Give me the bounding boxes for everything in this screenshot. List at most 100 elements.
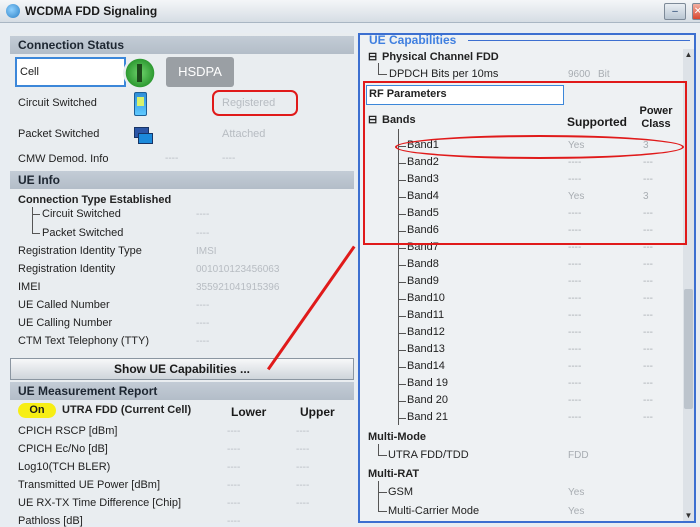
measurement-lower-value: ---- [227,444,241,455]
bands-tree-branch [398,316,406,317]
title-bar: WCDMA FDD Signaling – ✕ [0,0,700,23]
close-icon[interactable]: ✕ [692,3,700,20]
hsdpa-button[interactable]: HSDPA [166,57,234,87]
connection-status-header: Connection Status [10,36,354,54]
band-name[interactable]: Band14 [407,360,445,372]
bands-tree-branch [398,350,406,351]
physical-channel-expander-icon[interactable]: ⊟ [368,50,377,63]
cell-field[interactable]: Cell [15,57,126,87]
bands-tree-branch [398,299,406,300]
band-supported-value: ---- [568,293,582,304]
ue-info-row-label: CTM Text Telephony (TTY) [18,335,150,347]
tree-line [378,455,387,456]
band-name[interactable]: Band10 [407,292,445,304]
band-name[interactable]: Band 19 [407,377,448,389]
band-supported-value: ---- [568,344,582,355]
measurement-row-label: Pathloss [dB] [18,515,83,527]
measurement-upper-value: ---- [296,480,310,491]
dpdch-value: 9600 [568,69,591,80]
tree-line [378,444,379,455]
ue-info-row-label: UE Calling Number [18,317,113,329]
measurement-lower-value: ---- [227,516,241,527]
tree-line [378,511,387,512]
multi-rat-node[interactable]: Multi-RAT [368,468,419,480]
bands-tree-branch [398,367,406,368]
ue-info-row-value: IMSI [196,246,217,257]
ue-info-row-value: 355921041915396 [196,282,280,293]
band-power-class-value: --- [643,293,653,304]
ue-info-row-value: ---- [196,318,210,329]
band-supported-value: ---- [568,310,582,321]
band-name[interactable]: Band 20 [407,394,448,406]
ue-info-row-value: ---- [196,300,210,311]
cmw-demod-value-2: ---- [222,153,236,164]
cell-label: Cell [20,66,39,78]
scroll-down-arrow-icon[interactable]: ▼ [684,511,693,520]
phone-icon [134,92,147,116]
left-panel: Connection Status Cell HSDPA Circuit Swi… [10,33,354,527]
band-supported-value: ---- [568,378,582,389]
band-name[interactable]: Band8 [407,258,439,270]
multi-mode-node[interactable]: Multi-Mode [368,431,426,443]
cell-antenna-icon[interactable] [123,57,157,89]
bands-tree-branch [398,248,406,249]
band-supported-value: ---- [568,412,582,423]
measurement-header: UE Measurement Report [10,382,354,400]
ue-info-header: UE Info [10,171,354,189]
band-power-class-value: --- [643,344,653,355]
band-name[interactable]: Band12 [407,326,445,338]
ue-info-title: UE Info [18,173,60,187]
scrollbar-thumb[interactable] [684,289,693,409]
measurement-upper-value: ---- [296,498,310,509]
gsm-label: GSM [388,486,414,498]
band-name[interactable]: Band13 [407,343,445,355]
connection-type-label: Connection Type Established [18,194,172,206]
band-name[interactable]: Band9 [407,275,439,287]
lower-column-header: Lower [231,405,267,419]
ue-info-row-value: ---- [196,336,210,347]
band-name[interactable]: Band11 [407,309,444,321]
ue-info-row-label: Registration Identity Type [18,245,142,257]
measurement-upper-value: ---- [296,444,310,455]
band-power-class-value: --- [643,412,653,423]
packet-switched-status: Attached [222,128,266,140]
on-toggle[interactable]: On [18,403,56,418]
measurement-lower-value: ---- [227,498,241,509]
circuit-switched-label: Circuit Switched [18,97,97,109]
tree-line [378,481,379,511]
ue-info-tree-line [32,207,33,234]
band-power-class-value: --- [643,361,653,372]
ue-info-row-label: Circuit Switched [42,208,121,220]
connection-status-title: Connection Status [18,38,125,52]
measurement-lower-value: ---- [227,480,241,491]
utra-fdd-tdd-value: FDD [568,450,589,461]
bands-tree-branch [398,384,406,385]
measurement-title: UE Measurement Report [18,384,158,398]
measurement-lower-value: ---- [227,462,241,473]
ue-info-row-value: ---- [196,209,210,220]
measurement-upper-value: ---- [296,426,310,437]
physical-channel-node[interactable]: Physical Channel FDD [382,51,499,63]
ue-info-tree-branch [32,214,40,215]
band-name[interactable]: Band 21 [407,411,448,423]
ue-info-row-value: ---- [196,228,210,239]
bands-tree-branch [398,282,406,283]
band-supported-value: ---- [568,276,582,287]
band-power-class-value: --- [643,378,653,389]
minimize-icon[interactable]: – [664,3,686,20]
band-supported-value: ---- [568,327,582,338]
band-supported-value: ---- [568,259,582,270]
ue-info-tree-branch [32,233,40,234]
measurement-upper-value: ---- [296,462,310,473]
show-ue-capabilities-button[interactable]: Show UE Capabilities ... [10,358,354,380]
cmw-demod-value-1: ---- [165,153,179,164]
tree-line [378,492,387,493]
measurement-lower-value: ---- [227,426,241,437]
measurement-row-label: Transmitted UE Power [dBm] [18,479,161,491]
dpdch-unit: Bit [598,69,610,80]
scroll-up-arrow-icon[interactable]: ▲ [684,50,693,59]
band-power-class-value: --- [643,310,653,321]
registered-highlight [212,90,298,116]
gsm-value: Yes [568,487,585,498]
ue-capabilities-title-rule [468,40,690,41]
